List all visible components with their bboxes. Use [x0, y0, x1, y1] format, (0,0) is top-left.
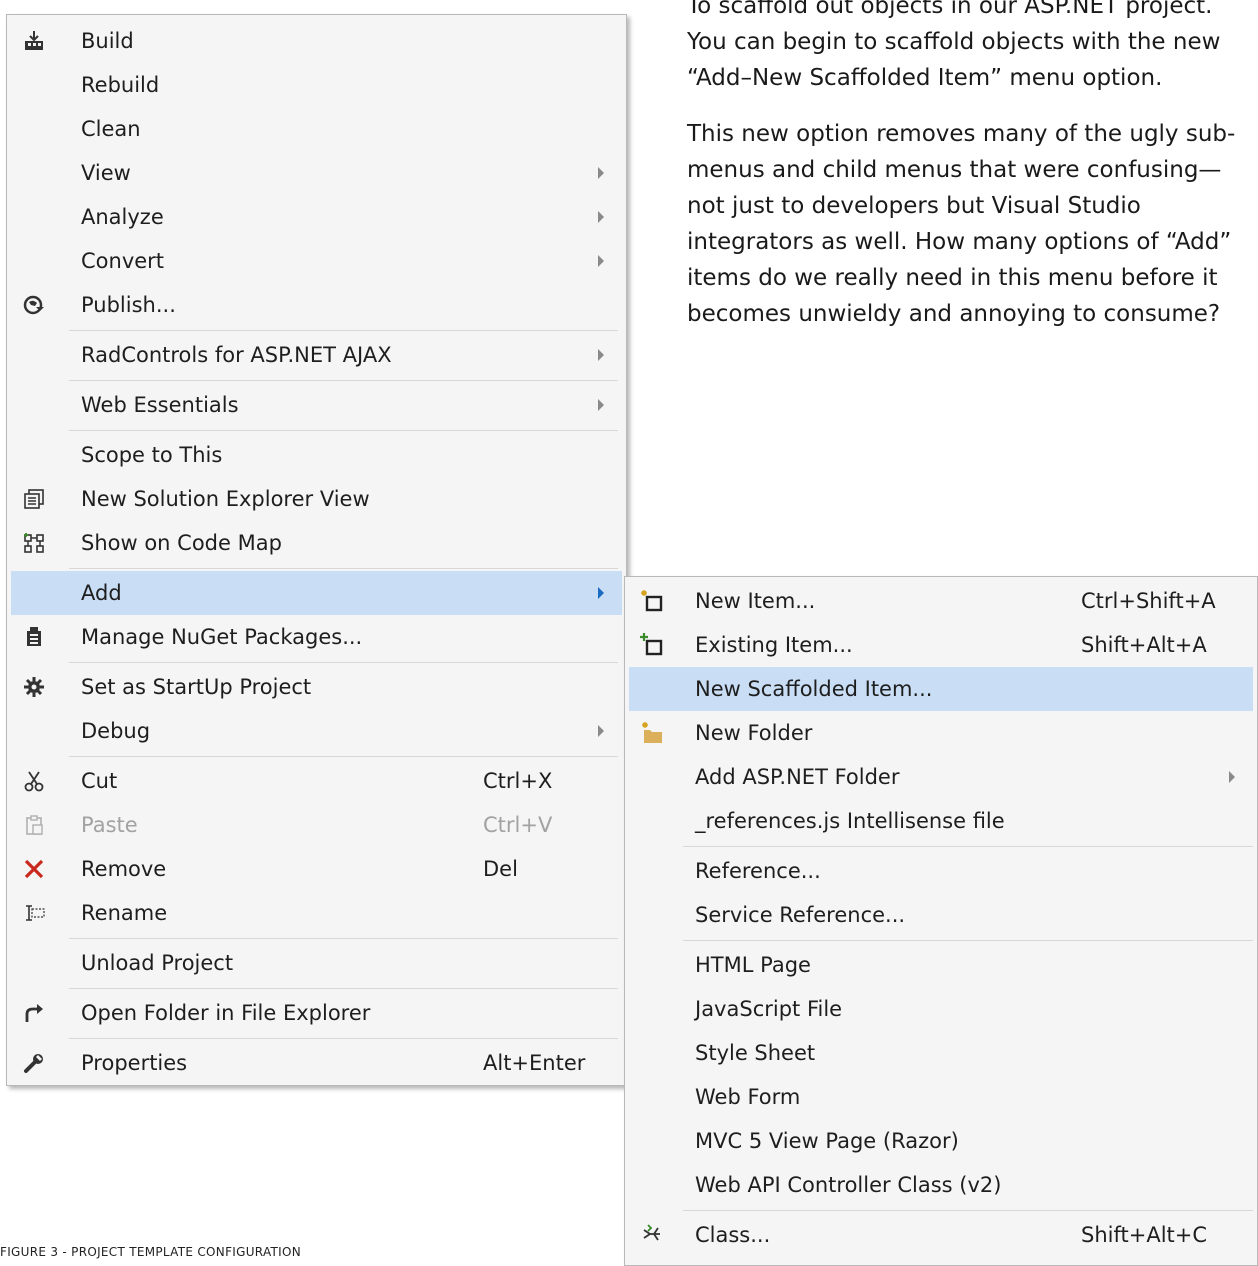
menu-item-properties[interactable]: Properties Alt+Enter	[11, 1041, 622, 1085]
menu-item-unload-project[interactable]: Unload Project	[11, 941, 622, 985]
menu-item-build[interactable]: Build	[11, 19, 622, 63]
menu-item-analyze[interactable]: Analyze	[11, 195, 622, 239]
menu-separator	[69, 756, 618, 757]
menu-item-debug[interactable]: Debug	[11, 709, 622, 753]
menu-item-publish[interactable]: Publish...	[11, 283, 622, 327]
submenu-item-web-api-controller[interactable]: Web API Controller Class (v2)	[629, 1163, 1253, 1207]
submenu-item-reference[interactable]: Reference...	[629, 849, 1253, 893]
submenu-item-web-form[interactable]: Web Form	[629, 1075, 1253, 1119]
menu-item-remove[interactable]: Remove Del	[11, 847, 622, 891]
nuget-icon	[21, 624, 47, 650]
submenu-arrow-icon	[598, 211, 604, 223]
wrench-icon	[21, 1050, 47, 1076]
menu-separator	[69, 568, 618, 569]
menu-item-clean[interactable]: Clean	[11, 107, 622, 151]
project-context-menu: Build Rebuild Clean View Analyze Convert…	[6, 14, 627, 1086]
submenu-arrow-icon	[1229, 771, 1235, 783]
menu-item-web-essentials[interactable]: Web Essentials	[11, 383, 622, 427]
menu-item-convert[interactable]: Convert	[11, 239, 622, 283]
submenu-arrow-icon	[598, 587, 604, 599]
menu-item-new-solution-explorer-view[interactable]: New Solution Explorer View	[11, 477, 622, 521]
code-map-icon	[21, 530, 47, 556]
menu-separator	[69, 1038, 618, 1039]
add-submenu: New Item... Ctrl+Shift+A Existing Item..…	[624, 576, 1258, 1266]
build-icon	[21, 28, 47, 54]
remove-x-icon	[21, 856, 47, 882]
submenu-item-javascript-file[interactable]: JavaScript File	[629, 987, 1253, 1031]
submenu-item-html-page[interactable]: HTML Page	[629, 943, 1253, 987]
submenu-arrow-icon	[598, 349, 604, 361]
rename-icon	[21, 900, 47, 926]
submenu-item-new-folder[interactable]: New Folder	[629, 711, 1253, 755]
submenu-arrow-icon	[598, 255, 604, 267]
menu-item-rename[interactable]: Rename	[11, 891, 622, 935]
publish-icon	[21, 292, 47, 318]
article-text: To scaffold out objects in our ASP.NET p…	[687, 0, 1258, 352]
article-paragraph-1: To scaffold out objects in our ASP.NET p…	[687, 0, 1221, 91]
submenu-arrow-icon	[598, 399, 604, 411]
clipboard-icon	[21, 812, 47, 838]
submenu-item-service-reference[interactable]: Service Reference...	[629, 893, 1253, 937]
submenu-item-mvc5-view-page[interactable]: MVC 5 View Page (Razor)	[629, 1119, 1253, 1163]
menu-item-rebuild[interactable]: Rebuild	[11, 63, 622, 107]
menu-separator	[69, 380, 618, 381]
submenu-item-new-scaffolded-item[interactable]: New Scaffolded Item...	[629, 667, 1253, 711]
solution-explorer-icon	[21, 486, 47, 512]
menu-item-view[interactable]: View	[11, 151, 622, 195]
menu-separator	[683, 1210, 1253, 1211]
menu-item-paste[interactable]: Paste Ctrl+V	[11, 803, 622, 847]
new-folder-icon	[639, 720, 665, 746]
submenu-item-style-sheet[interactable]: Style Sheet	[629, 1031, 1253, 1075]
menu-separator	[683, 940, 1253, 941]
menu-item-show-on-code-map[interactable]: Show on Code Map	[11, 521, 622, 565]
scissors-icon	[21, 768, 47, 794]
menu-separator	[69, 662, 618, 663]
menu-separator	[69, 330, 618, 331]
menu-item-cut[interactable]: Cut Ctrl+X	[11, 759, 622, 803]
menu-item-manage-nuget[interactable]: Manage NuGet Packages...	[11, 615, 622, 659]
menu-separator	[683, 846, 1253, 847]
submenu-item-references-intellisense[interactable]: _references.js Intellisense file	[629, 799, 1253, 843]
menu-item-add[interactable]: Add	[11, 571, 622, 615]
menu-item-set-startup-project[interactable]: Set as StartUp Project	[11, 665, 622, 709]
submenu-item-class[interactable]: Class... Shift+Alt+C	[629, 1213, 1253, 1257]
submenu-item-existing-item[interactable]: Existing Item... Shift+Alt+A	[629, 623, 1253, 667]
new-item-icon	[639, 588, 665, 614]
submenu-item-add-aspnet-folder[interactable]: Add ASP.NET Folder	[629, 755, 1253, 799]
menu-separator	[69, 938, 618, 939]
article-paragraph-2: This new option removes many of the ugly…	[687, 121, 1236, 327]
open-folder-arrow-icon	[21, 1000, 47, 1026]
gear-icon	[21, 674, 47, 700]
existing-item-icon	[639, 632, 665, 658]
menu-separator	[69, 988, 618, 989]
menu-item-radcontrols[interactable]: RadControls for ASP.NET AJAX	[11, 333, 622, 377]
menu-separator	[69, 430, 618, 431]
class-icon	[639, 1222, 665, 1248]
submenu-arrow-icon	[598, 167, 604, 179]
menu-item-scope-to-this[interactable]: Scope to This	[11, 433, 622, 477]
submenu-item-new-item[interactable]: New Item... Ctrl+Shift+A	[629, 579, 1253, 623]
menu-item-open-folder[interactable]: Open Folder in File Explorer	[11, 991, 622, 1035]
submenu-arrow-icon	[598, 725, 604, 737]
